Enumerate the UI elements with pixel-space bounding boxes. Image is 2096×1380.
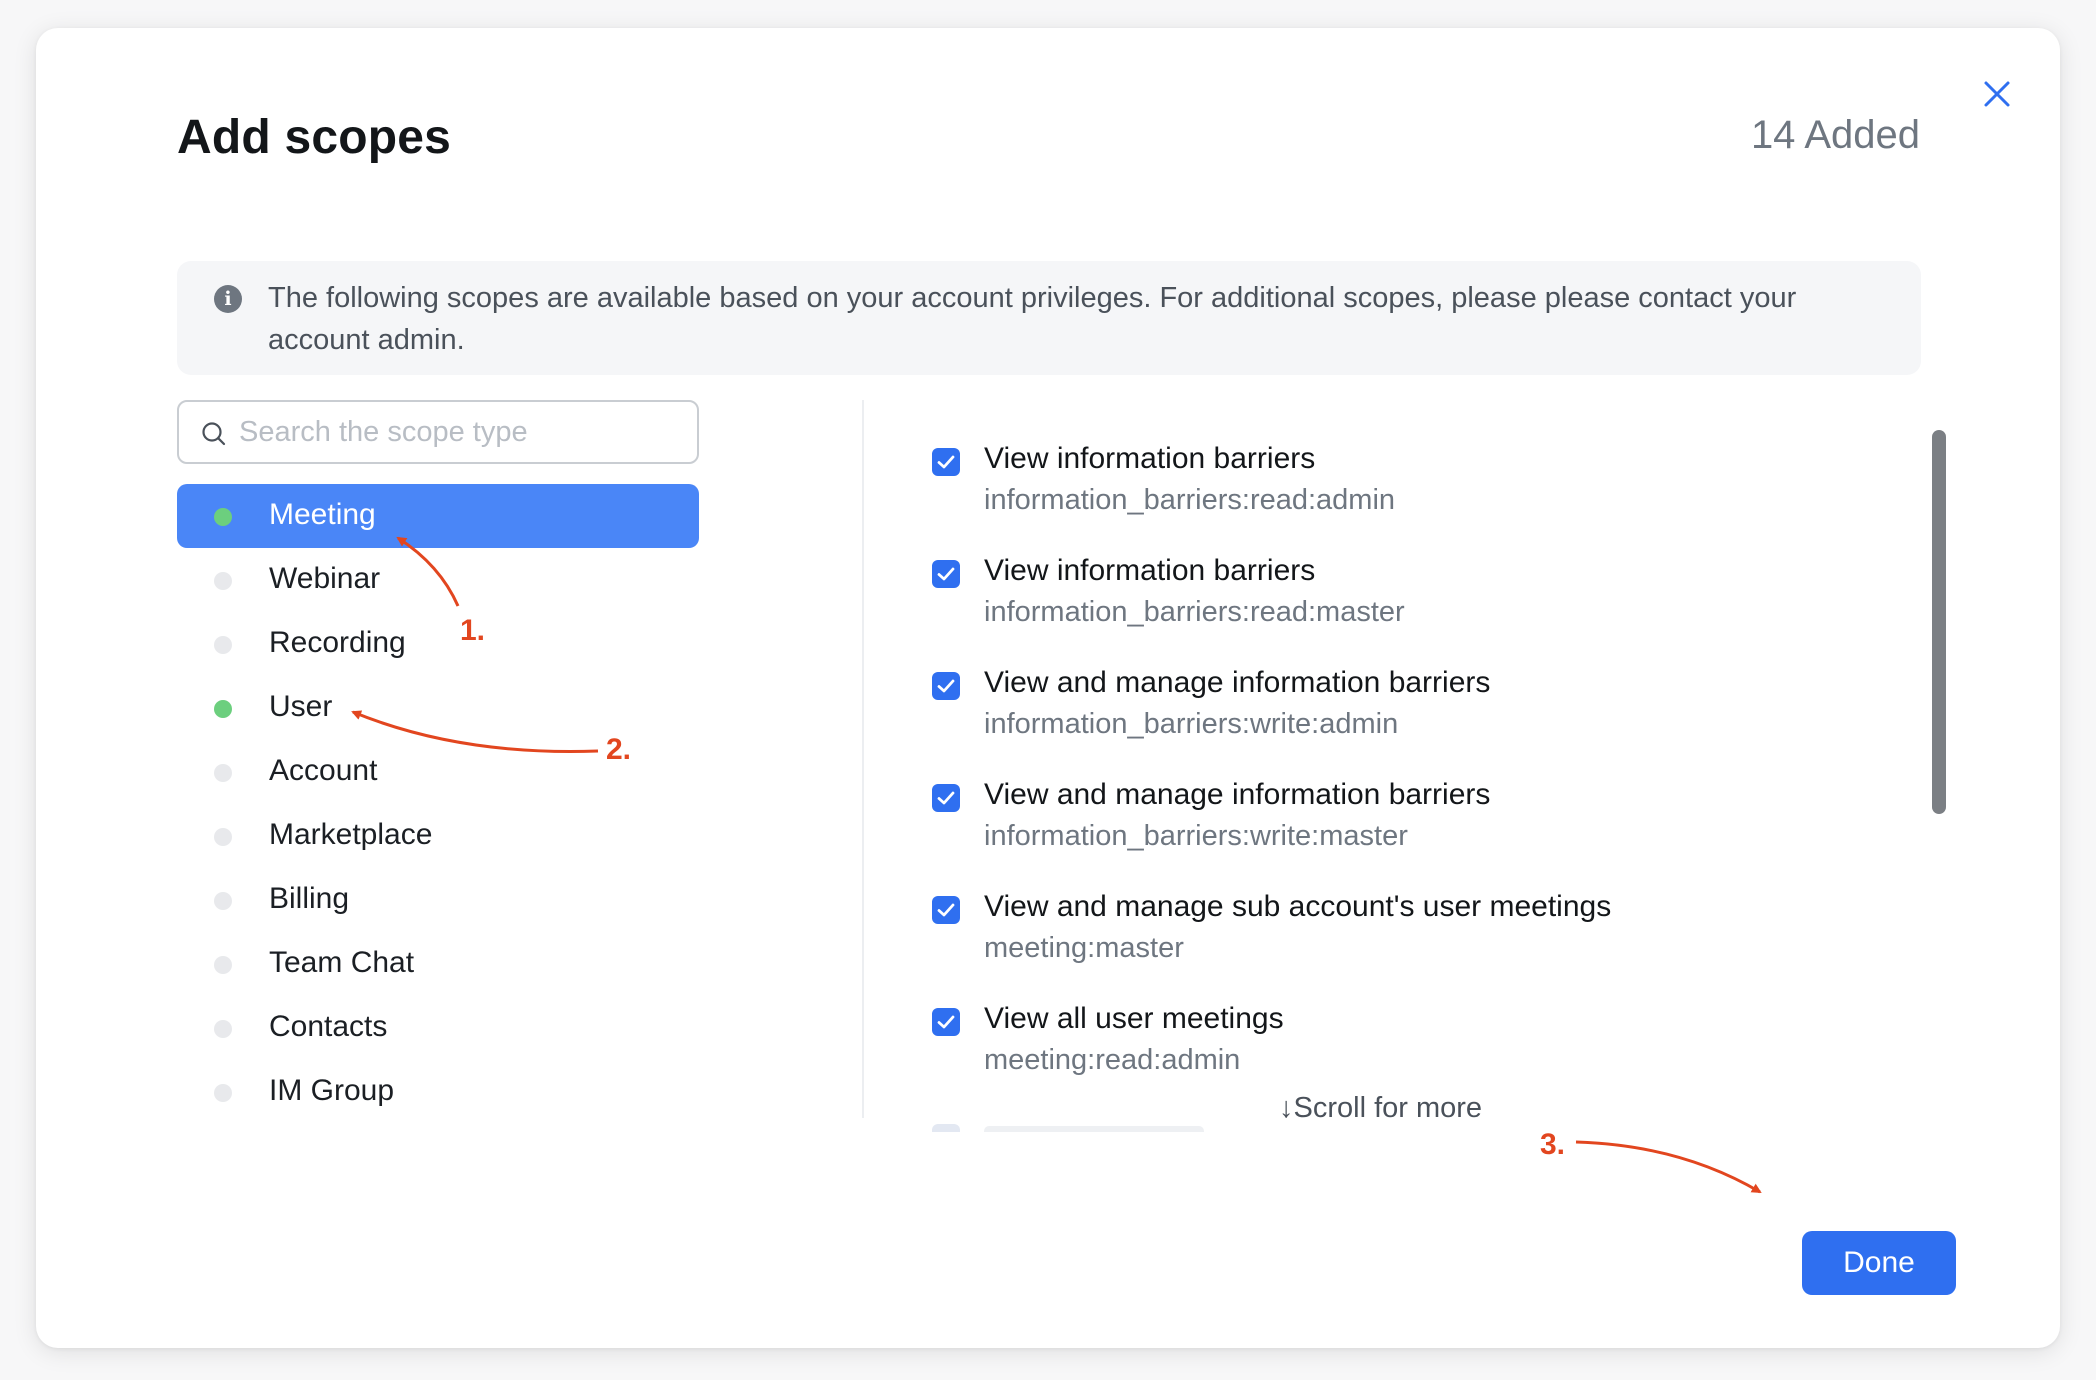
done-button[interactable]: Done	[1802, 1231, 1956, 1295]
scope-checkbox[interactable]	[932, 560, 960, 588]
info-icon: i	[214, 285, 242, 313]
scope-checkbox[interactable]	[932, 448, 960, 476]
close-button[interactable]	[1977, 74, 2017, 114]
checkmark-icon	[937, 455, 955, 469]
category-list: Meeting Webinar Recording User Account Market…	[177, 484, 699, 1124]
checkmark-icon	[937, 791, 955, 805]
scrollbar-thumb[interactable]	[1932, 430, 1946, 814]
annotation-step-3: 3.	[1540, 1128, 1566, 1161]
selection-status-dot	[214, 956, 232, 974]
added-count: 14 Added	[1750, 113, 1920, 157]
scope-checkbox[interactable]	[932, 784, 960, 812]
category-item-webinar[interactable]: Webinar	[177, 548, 699, 612]
selection-status-dot	[214, 892, 232, 910]
scope-title: View information barriers	[984, 554, 1316, 587]
category-item-team-chat[interactable]: Team Chat	[177, 932, 699, 996]
partially-hidden-scope	[932, 1118, 1332, 1132]
category-label: Account	[269, 754, 378, 787]
category-item-contacts[interactable]: Contacts	[177, 996, 699, 1060]
category-label: IM Group	[269, 1074, 395, 1107]
scope-key: meeting:read:admin	[984, 1044, 1241, 1076]
category-label: Webinar	[269, 562, 381, 595]
scope-title: View and manage information barriers	[984, 778, 1491, 811]
category-label: Billing	[269, 882, 350, 915]
scope-item: View and manage information barriers info…	[932, 662, 1932, 774]
category-item-meeting[interactable]: Meeting	[177, 484, 699, 548]
checkmark-icon	[937, 567, 955, 581]
selection-status-dot	[214, 572, 232, 590]
panel-divider	[862, 400, 864, 1118]
dialog-title: Add scopes	[177, 111, 452, 164]
selection-status-dot	[214, 700, 232, 718]
scope-title-ghost	[984, 1126, 1204, 1132]
category-label: Marketplace	[269, 818, 433, 851]
scope-title: View information barriers	[984, 442, 1316, 475]
add-scopes-dialog: Add scopes 14 Added i The following scop…	[36, 28, 2060, 1348]
category-label: Recording	[269, 626, 406, 659]
category-item-billing[interactable]: Billing	[177, 868, 699, 932]
category-label: Meeting	[269, 498, 376, 531]
selection-status-dot	[214, 1020, 232, 1038]
scope-item: View information barriers information_bar…	[932, 438, 1932, 550]
selection-status-dot	[214, 1084, 232, 1102]
checkmark-icon	[937, 903, 955, 917]
checkmark-icon	[937, 1015, 955, 1029]
annotation-step-2: 2.	[606, 733, 632, 766]
scope-key: information_barriers:write:master	[984, 820, 1408, 852]
scope-item: View information barriers information_bar…	[932, 550, 1932, 662]
category-item-im-group[interactable]: IM Group	[177, 1060, 699, 1124]
search-icon	[202, 422, 226, 446]
category-item-marketplace[interactable]: Marketplace	[177, 804, 699, 868]
scope-list: View information barriers information_bar…	[932, 438, 1932, 1128]
scope-checkbox[interactable]	[932, 1008, 960, 1036]
scope-search[interactable]	[177, 400, 699, 464]
scope-item: View and manage sub account's user meeti…	[932, 886, 1932, 998]
scope-checkbox[interactable]	[932, 672, 960, 700]
category-item-user[interactable]: User	[177, 676, 699, 740]
search-input[interactable]	[239, 402, 679, 462]
scope-checkbox-ghost	[932, 1124, 960, 1132]
info-text: The following scopes are available based…	[268, 282, 1797, 356]
category-label: User	[269, 690, 333, 723]
scope-key: information_barriers:read:master	[984, 596, 1405, 628]
info-banner: i The following scopes are available bas…	[177, 261, 1921, 375]
category-label: Team Chat	[269, 946, 415, 979]
scope-checkbox[interactable]	[932, 896, 960, 924]
selection-status-dot	[214, 828, 232, 846]
selection-status-dot	[214, 764, 232, 782]
annotation-step-1: 1.	[460, 614, 486, 647]
scroll-hint: ↓Scroll for more	[1273, 1092, 1489, 1125]
category-label: Contacts	[269, 1010, 388, 1043]
scope-key: information_barriers:read:admin	[984, 484, 1396, 516]
scope-title: View and manage information barriers	[984, 666, 1491, 699]
selection-status-dot	[214, 508, 232, 526]
category-item-recording[interactable]: Recording	[177, 612, 699, 676]
checkmark-icon	[937, 679, 955, 693]
scope-title: View and manage sub account's user meeti…	[984, 890, 1612, 923]
scope-key: information_barriers:write:admin	[984, 708, 1399, 740]
close-icon	[1984, 81, 2010, 107]
scope-item: View and manage information barriers info…	[932, 774, 1932, 886]
selection-status-dot	[214, 636, 232, 654]
scope-title: View all user meetings	[984, 1002, 1284, 1035]
scope-key: meeting:master	[984, 932, 1184, 964]
